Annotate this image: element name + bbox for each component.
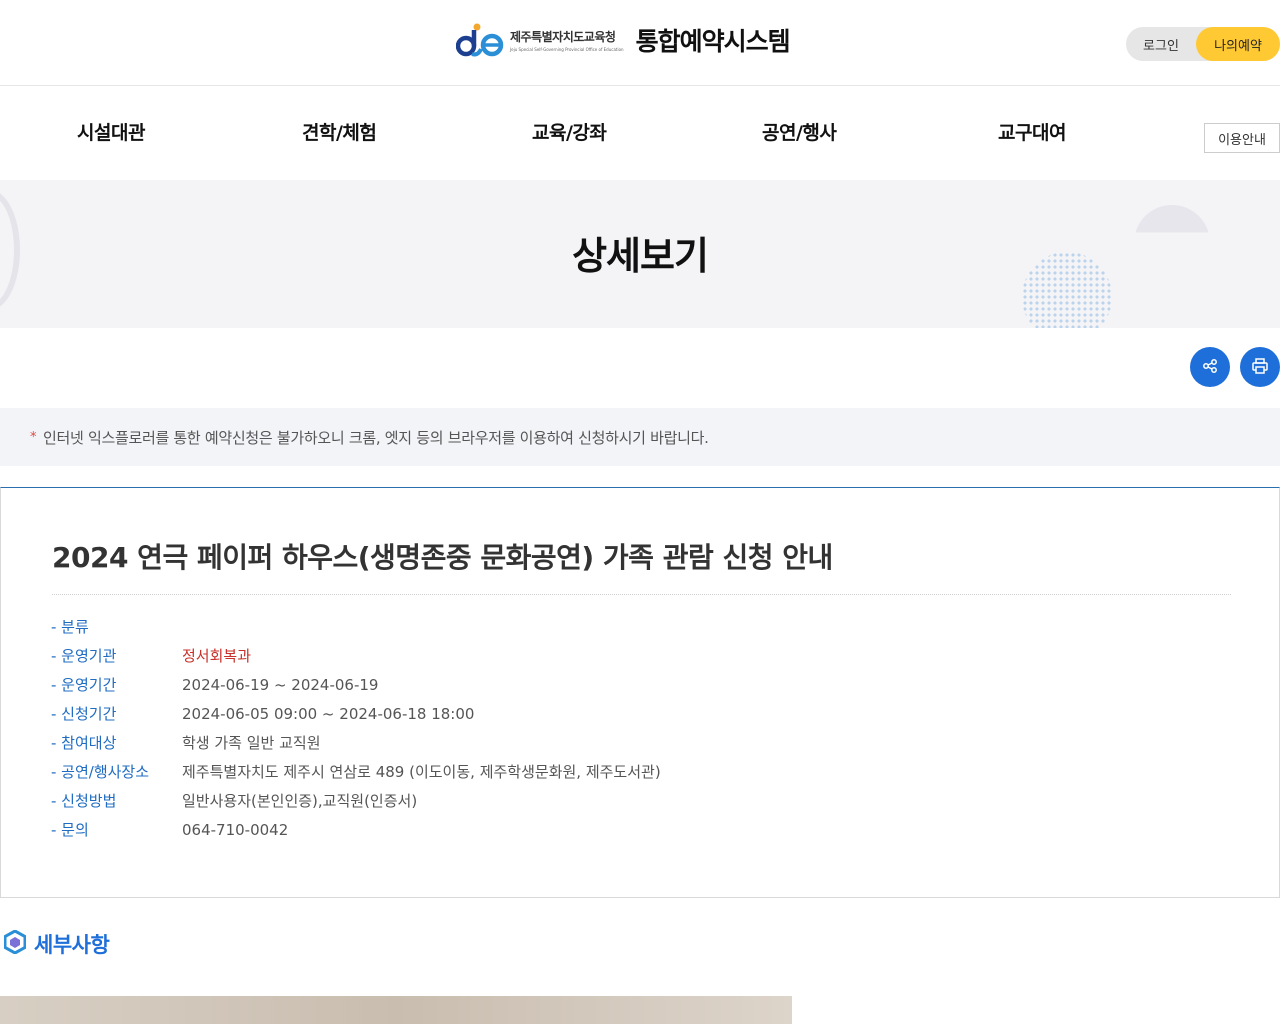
print-button[interactable] (1240, 347, 1280, 387)
section-heading: 세부사항 (3, 929, 110, 959)
info-value: 학생 가족 일반 교직원 (182, 734, 321, 752)
jje-logo-icon (455, 22, 504, 58)
browser-notice: * 인터넷 익스플로러를 통한 예약신청은 불가하오니 크롬, 엣지 등의 브라… (0, 408, 1280, 466)
page-banner: 상세보기 (0, 180, 1280, 328)
info-row-application-period: - 신청기간 2024-06-05 09:00 ~ 2024-06-18 18:… (51, 699, 661, 728)
program-info-list: - 분류 - 운영기관 정서회복과 - 운영기간 2024-06-19 ~ 20… (51, 612, 661, 844)
share-button[interactable] (1190, 347, 1230, 387)
program-title: 2024 연극 페이퍼 하우스(생명존중 문화공연) 가족 관람 신청 안내 (52, 541, 833, 574)
site-logo[interactable]: 제주특별자치도교육청 Jeju Special Self-Governing P… (455, 22, 791, 58)
info-row-target: - 참여대상 학생 가족 일반 교직원 (51, 728, 661, 757)
info-row-operation-period: - 운영기간 2024-06-19 ~ 2024-06-19 (51, 670, 661, 699)
info-value: 일반사용자(본인인증),교직원(인증서) (182, 792, 418, 810)
info-row-application-method: - 신청방법 일반사용자(본인인증),교직원(인증서) (51, 786, 661, 815)
auth-buttons: 로그인 나의예약 (1126, 27, 1280, 61)
program-detail-box: 2024 연극 페이퍼 하우스(생명존중 문화공연) 가족 관람 신청 안내 -… (0, 487, 1280, 898)
info-row-organizer: - 운영기관 정서회복과 (51, 641, 661, 670)
info-label: - 분류 (51, 618, 89, 636)
info-row-venue: - 공연/행사장소 제주특별자치도 제주시 연삼로 489 (이도이동, 제주학… (51, 757, 661, 786)
org-name-en: Jeju Special Self-Governing Provincial O… (510, 47, 624, 52)
info-label: - 운영기관 (51, 647, 117, 665)
info-value: 2024-06-05 09:00 ~ 2024-06-18 18:00 (182, 704, 475, 723)
info-label: - 참여대상 (51, 734, 117, 752)
usage-guide-button[interactable]: 이용안내 (1204, 123, 1280, 153)
info-label: - 공연/행사장소 (51, 763, 150, 781)
info-value: 제주특별자치도 제주시 연삼로 489 (이도이동, 제주학생문화원, 제주도서… (182, 763, 661, 781)
notice-asterisk: * (30, 430, 37, 445)
info-value: 정서회복과 (182, 647, 252, 665)
org-name: 제주특별자치도교육청 Jeju Special Self-Governing P… (510, 28, 624, 52)
notice-text: 인터넷 익스플로러를 통한 예약신청은 불가하오니 크롬, 엣지 등의 브라우저… (43, 429, 709, 447)
nav-item-education-lecture[interactable]: 교육/강좌 (532, 118, 607, 145)
org-name-ko: 제주특별자치도교육청 (510, 30, 616, 44)
site-header: 제주특별자치도교육청 Jeju Special Self-Governing P… (0, 0, 1280, 86)
info-label: - 문의 (51, 821, 89, 839)
info-label: - 신청기간 (51, 705, 117, 723)
share-icon (1202, 358, 1218, 377)
page-title: 상세보기 (572, 234, 709, 278)
hexagon-icon (3, 929, 27, 958)
login-button[interactable]: 로그인 (1126, 27, 1196, 61)
info-value: 2024-06-19 ~ 2024-06-19 (182, 675, 379, 694)
system-title: 통합예약시스템 (635, 27, 791, 56)
nav-item-tour-experience[interactable]: 견학/체험 (302, 118, 377, 145)
info-label: - 운영기간 (51, 676, 117, 694)
title-divider (52, 594, 1231, 595)
print-icon (1251, 357, 1269, 378)
info-value: 064-710-0042 (182, 820, 289, 839)
section-title: 세부사항 (34, 933, 110, 957)
my-reservation-button[interactable]: 나의예약 (1196, 27, 1280, 61)
nav-item-equipment-rental[interactable]: 교구대여 (998, 118, 1066, 145)
main-nav: 시설대관 견학/체험 교육/강좌 공연/행사 교구대여 이용안내 (0, 86, 1280, 180)
info-row-contact: - 문의 064-710-0042 (51, 815, 661, 844)
info-label: - 신청방법 (51, 792, 117, 810)
nav-item-facility-rental[interactable]: 시설대관 (77, 118, 145, 145)
info-row-category: - 분류 (51, 612, 661, 641)
program-poster-image (0, 996, 792, 1024)
nav-item-performance-event[interactable]: 공연/행사 (762, 118, 837, 145)
